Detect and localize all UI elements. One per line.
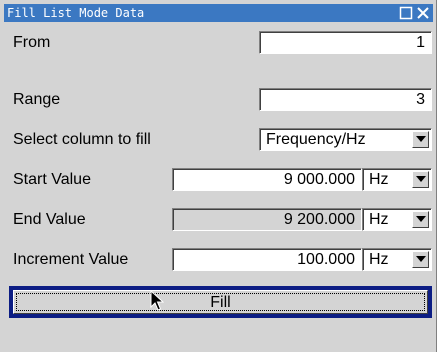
increment-value-field[interactable]: 100.000 [172, 248, 362, 271]
end-value-unit: Hz [369, 211, 389, 228]
title-bar-controls [398, 5, 431, 21]
restore-icon[interactable] [398, 5, 414, 21]
window-title: Fill List Mode Data [7, 6, 145, 20]
start-value-unit-dropdown[interactable]: Hz [362, 168, 432, 191]
select-column-label: Select column to fill [13, 131, 151, 148]
chevron-down-icon[interactable] [412, 211, 429, 228]
fill-button[interactable]: Fill [13, 290, 428, 314]
start-value-row: Start Value 9 000.000 Hz [8, 163, 432, 196]
increment-value-unit-dropdown[interactable]: Hz [362, 248, 432, 271]
title-bar[interactable]: Fill List Mode Data [4, 4, 433, 22]
start-value-field[interactable]: 9 000.000 [172, 168, 362, 191]
chevron-down-icon[interactable] [412, 171, 429, 188]
from-field[interactable]: 1 [259, 31, 432, 54]
fill-list-mode-dialog: Fill List Mode Data From 1 Range 3 Selec… [0, 0, 437, 352]
chevron-down-icon[interactable] [412, 251, 429, 268]
increment-value-unit: Hz [369, 251, 389, 268]
end-value-label: End Value [13, 211, 86, 228]
from-row: From 1 [8, 26, 432, 59]
range-field[interactable]: 3 [259, 88, 432, 111]
end-value-field: 9 200.000 [172, 208, 362, 231]
mouse-pointer-icon [150, 289, 165, 317]
from-label: From [13, 34, 51, 51]
increment-value-label: Increment Value [13, 251, 129, 268]
start-value-label: Start Value [13, 171, 91, 188]
select-column-dropdown[interactable]: Frequency/Hz [259, 128, 432, 151]
chevron-down-icon[interactable] [412, 131, 429, 148]
close-icon[interactable] [415, 5, 431, 21]
range-row: Range 3 [8, 83, 432, 116]
range-label: Range [13, 91, 61, 108]
select-column-row: Select column to fill Frequency/Hz [8, 123, 432, 156]
select-column-value: Frequency/Hz [266, 131, 366, 148]
start-value-unit: Hz [369, 171, 389, 188]
fill-button-label: Fill [16, 293, 425, 311]
increment-value-row: Increment Value 100.000 Hz [8, 243, 432, 276]
fill-button-focus-frame: Fill [9, 286, 432, 318]
end-value-row: End Value 9 200.000 Hz [8, 203, 432, 236]
end-value-unit-dropdown[interactable]: Hz [362, 208, 432, 231]
